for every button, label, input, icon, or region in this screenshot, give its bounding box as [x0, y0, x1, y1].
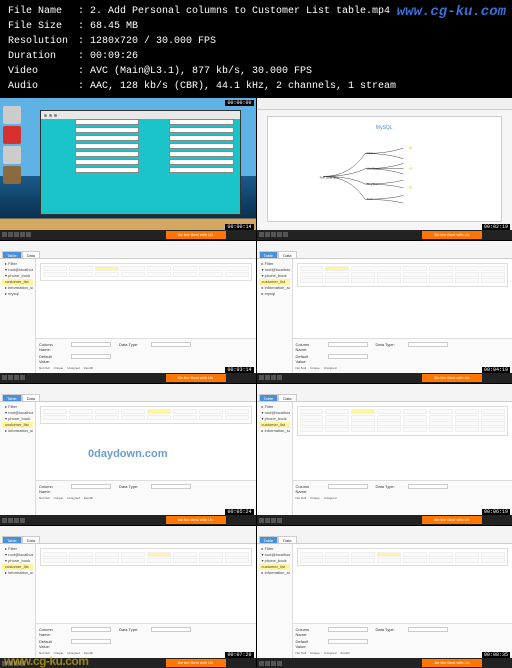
thumbnail-8[interactable]: TableData ▸ Filter▾ root@localhost ▾ pho…: [257, 526, 512, 668]
form-input[interactable]: [169, 119, 233, 125]
video-label: Video: [8, 64, 78, 79]
center-watermark: 0daydown.com: [88, 448, 167, 460]
thumbnail-6[interactable]: TableData ▸ Filter▾ root@localhost ▾ pho…: [257, 384, 512, 526]
taskbar-banner: Be the Best with Us: [166, 231, 226, 239]
media-info-panel: www.cg-ku.com File Name:2. Add Personal …: [0, 0, 512, 98]
audio-label: Audio: [8, 79, 78, 94]
svg-text:VarChar: VarChar: [366, 167, 377, 171]
app-topbar: [257, 98, 512, 110]
resolution-value: 1280x720 / 30.000 FPS: [90, 34, 216, 49]
svg-text:TinyText: TinyText: [366, 182, 377, 186]
timestamp: 00:08:35: [482, 652, 510, 658]
resolution-label: Resolution: [8, 34, 78, 49]
form-input[interactable]: [75, 119, 139, 125]
mysql-logo: MySQL: [376, 125, 393, 131]
timestamp: 00:02:19: [482, 224, 510, 230]
file-size-value: 68.45 MB: [90, 19, 138, 34]
taskbar: Be the Best with Us: [257, 230, 512, 240]
col-default-input[interactable]: [71, 354, 111, 359]
timestamp: 00:04:19: [482, 367, 510, 373]
db-tree[interactable]: ▸ Filter▾ root@localhost ▾ phone_book cu…: [257, 259, 293, 373]
timestamp: 00:03:14: [225, 367, 253, 373]
mindmap-canvas: MySQL: [267, 116, 503, 222]
db-tree[interactable]: ▸ Filter▾ root@localhost ▾ phone_book cu…: [257, 544, 293, 658]
timestamp: 00:00:00: [225, 100, 253, 106]
db-tab-table[interactable]: Table: [2, 251, 22, 259]
form-input[interactable]: [169, 135, 233, 141]
thumbnail-4[interactable]: TableData ▸ Filter▾ root@localhost ▾ pho…: [257, 241, 512, 383]
form-input[interactable]: [169, 167, 233, 173]
watermark-top: www.cg-ku.com: [397, 2, 506, 23]
timestamp: 00:00:14: [225, 224, 253, 230]
db-tree[interactable]: ▸ Filter ▾ root@localhost ▾ phone_book c…: [0, 259, 36, 373]
form-input[interactable]: [169, 151, 233, 157]
column-detail-panel: Column Name:Data Type: Default Value: No…: [36, 338, 256, 373]
db-tab-data[interactable]: Data: [22, 251, 40, 259]
bottom-watermark: www.cg-ku.com: [4, 654, 88, 668]
thumbnail-7[interactable]: www.cg-ku.com TableData ▸ Filter▾ root@l…: [0, 526, 256, 668]
file-name-value: 2. Add Personal columns to Customer List…: [90, 4, 390, 19]
col-type-input[interactable]: [151, 342, 191, 347]
form-titlebar: [41, 111, 240, 119]
taskbar: Be the Best with Us: [0, 230, 256, 240]
audio-value: AAC, 128 kb/s (CBR), 44.1 kHz, 2 channel…: [90, 79, 396, 94]
form-input[interactable]: [75, 151, 139, 157]
desktop-icon: [3, 126, 21, 144]
desktop-icons: [3, 106, 31, 186]
taskbar: Be the Best with Us: [0, 373, 256, 383]
desktop-icon: [3, 106, 21, 124]
timestamp: 00:07:20: [225, 652, 253, 658]
form-input[interactable]: [75, 135, 139, 141]
thumbnail-5[interactable]: 0daydown.com TableData ▸ Filter▾ root@lo…: [0, 384, 256, 526]
form-input[interactable]: [169, 127, 233, 133]
form-input[interactable]: [75, 143, 139, 149]
timestamp: 00:06:19: [482, 509, 510, 515]
duration-label: Duration: [8, 49, 78, 64]
thumbnail-grid: 00:00:00: [0, 98, 512, 668]
timestamp: 00:05:24: [225, 509, 253, 515]
duration-value: 00:09:26: [90, 49, 138, 64]
svg-text:Char: Char: [366, 151, 373, 155]
thumbnail-3[interactable]: Table Data ▸ Filter ▾ root@localhost ▾ p…: [0, 241, 256, 383]
db-tree[interactable]: ▸ Filter▾ root@localhost ▾ phone_book cu…: [0, 402, 36, 516]
desktop-icon: [3, 146, 21, 164]
file-name-label: File Name: [8, 4, 78, 19]
file-size-label: File Size: [8, 19, 78, 34]
taskbar-banner: Be the Best with Us: [422, 231, 482, 239]
video-value: AVC (Main@L3.1), 877 kb/s, 30.000 FPS: [90, 64, 312, 79]
db-toolbar: Table Data: [0, 241, 256, 259]
col-name-input[interactable]: [71, 342, 111, 347]
thumbnail-2[interactable]: MySQL: [257, 98, 512, 240]
db-tree[interactable]: ▸ Filter▾ root@localhost ▾ phone_book cu…: [257, 402, 293, 516]
form-input[interactable]: [75, 167, 139, 173]
svg-text:Text Data type: Text Data type: [319, 176, 339, 180]
form-input[interactable]: [75, 127, 139, 133]
form-window: [40, 110, 241, 215]
svg-text:Text: Text: [366, 197, 372, 201]
form-input[interactable]: [169, 143, 233, 149]
db-tree[interactable]: ▸ Filter▾ root@localhost ▾ phone_book cu…: [0, 544, 36, 658]
form-input[interactable]: [169, 159, 233, 165]
form-input[interactable]: [75, 159, 139, 165]
thumbnail-1[interactable]: 00:00:00: [0, 98, 256, 240]
desktop-icon: [3, 166, 21, 184]
